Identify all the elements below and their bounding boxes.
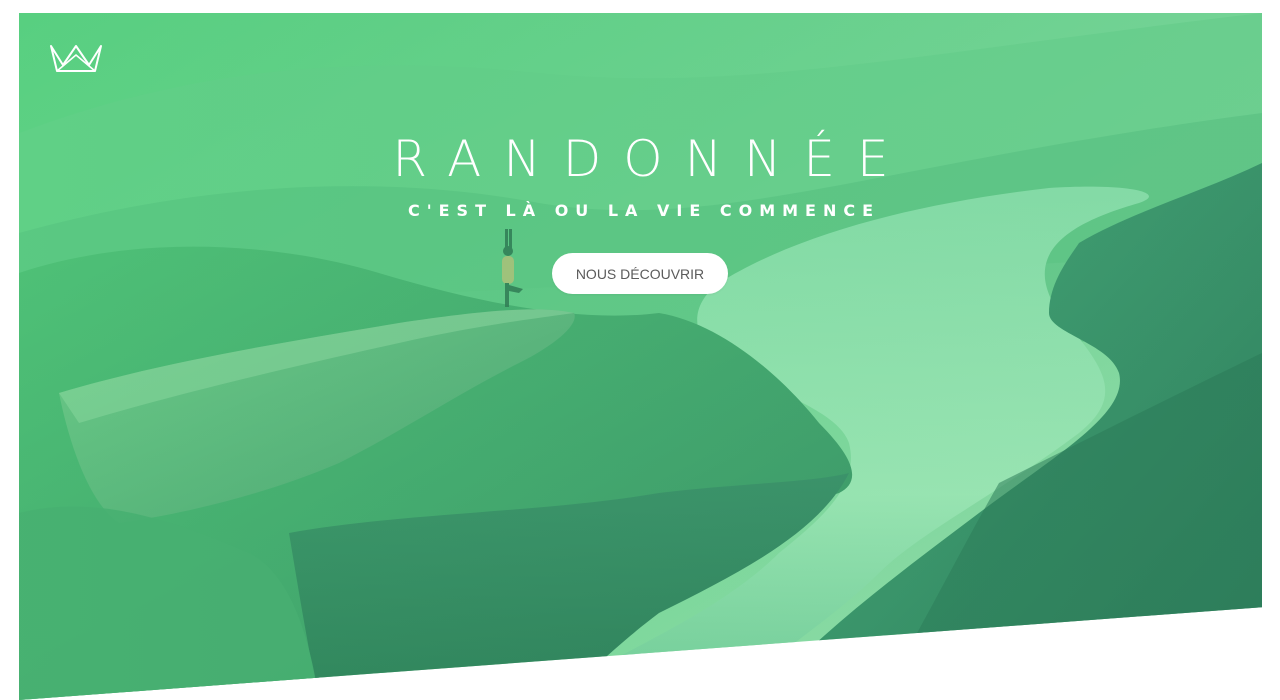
hero-title: RANDONNÉE <box>392 130 911 188</box>
hero-content: RANDONNÉE C'EST LÀ OU LA VIE COMMENCE NO… <box>19 13 1262 700</box>
hero-section: RANDONNÉE C'EST LÀ OU LA VIE COMMENCE NO… <box>19 13 1262 700</box>
page: RANDONNÉE C'EST LÀ OU LA VIE COMMENCE NO… <box>0 0 1280 700</box>
hero-subtitle: C'EST LÀ OU LA VIE COMMENCE <box>407 201 881 220</box>
discover-button[interactable]: NOUS DÉCOUVRIR <box>552 253 728 294</box>
